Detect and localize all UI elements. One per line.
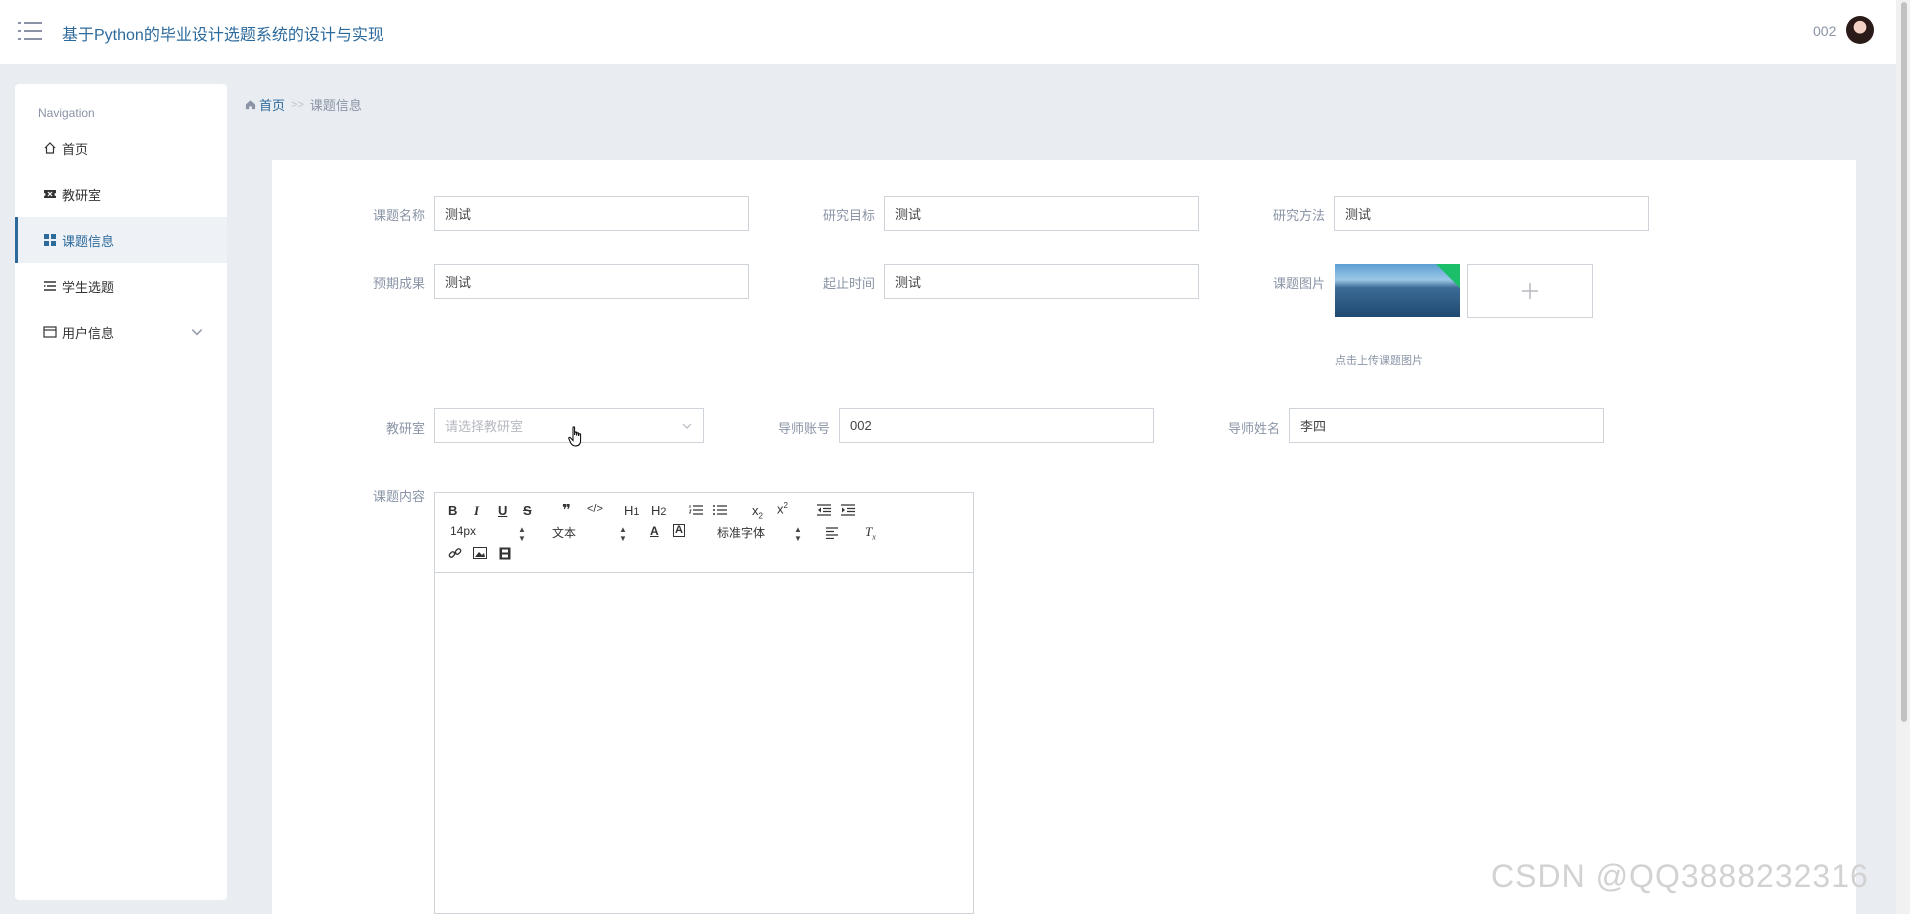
image-icon[interactable] <box>473 547 487 559</box>
code-button[interactable]: </> <box>587 503 603 515</box>
indent-icon[interactable] <box>841 504 855 516</box>
expected-result-input[interactable]: 测试 <box>434 264 749 299</box>
grid-icon <box>44 234 56 246</box>
home-icon <box>245 100 256 110</box>
research-goal-input[interactable]: 测试 <box>884 196 1199 231</box>
video-icon[interactable] <box>499 547 511 560</box>
sidebar-item-user-info[interactable]: 用户信息 <box>15 309 227 355</box>
app-title: 基于Python的毕业设计选题系统的设计与实现 <box>62 27 384 44</box>
top-header: 基于Python的毕业设计选题系统的设计与实现 002 <box>0 0 1896 64</box>
editor-toolbar: B I U S ❞ </> H1 H2 x2 x2 14px ▲ ▼ 文本 ▲ ▼ … <box>435 493 973 573</box>
font-family-value: 标准字体 <box>717 526 766 540</box>
time-range-label: 起止时间 <box>822 276 875 291</box>
user-name[interactable]: 002 <box>1813 23 1836 39</box>
select-caret-icon: ▲ ▼ <box>619 525 627 543</box>
breadcrumb: 首页 >> 课题信息 <box>245 95 362 114</box>
underline-button[interactable]: U <box>498 503 507 518</box>
time-range-input[interactable]: 测试 <box>884 264 1199 299</box>
tutor-account-input[interactable]: 002 <box>839 408 1154 443</box>
image-corner-badge <box>1436 264 1460 288</box>
home-icon <box>44 142 56 154</box>
ticket-icon <box>44 190 56 198</box>
outdent-icon[interactable] <box>817 504 831 516</box>
tutor-name-input[interactable]: 李四 <box>1289 408 1604 443</box>
topic-name-label: 课题名称 <box>372 208 425 223</box>
sidebar-item-label: 教研室 <box>62 187 102 203</box>
font-color-button[interactable]: A <box>650 524 659 538</box>
office-label: 教研室 <box>385 421 425 436</box>
sidebar-item-student-selection[interactable]: 学生选题 <box>15 263 227 309</box>
bullet-list-icon[interactable] <box>713 504 727 516</box>
nav-title: Navigation <box>38 106 95 120</box>
plus-icon <box>1522 283 1538 299</box>
subscript-button[interactable]: x2 <box>752 503 763 521</box>
select-caret-icon: ▲ ▼ <box>794 525 802 543</box>
hand-cursor-icon <box>568 426 582 447</box>
editor-content-area[interactable] <box>435 573 973 913</box>
research-goal-label: 研究目标 <box>822 208 875 223</box>
window-icon <box>43 326 57 338</box>
blockquote-button[interactable]: ❞ <box>562 501 571 519</box>
text-type-select[interactable]: 文本 ▲ ▼ <box>552 524 627 543</box>
font-size-select[interactable]: 14px ▲ ▼ <box>450 524 526 543</box>
image-upload-button[interactable] <box>1467 264 1593 318</box>
menu-toggle-icon[interactable] <box>18 20 42 42</box>
topic-image-thumbnail[interactable] <box>1335 264 1460 317</box>
background-color-button[interactable]: A <box>673 524 685 537</box>
upload-hint: 点击上传课题图片 <box>1335 355 1423 367</box>
list-icon <box>44 281 56 291</box>
sidebar: Navigation 首页 教研室 课题信息 学生选题 用户信息 <box>15 84 227 900</box>
link-icon[interactable] <box>448 546 462 560</box>
tutor-account-label: 导师账号 <box>777 421 830 436</box>
text-type-value: 文本 <box>552 526 577 540</box>
italic-button[interactable]: I <box>474 503 479 519</box>
research-method-label: 研究方法 <box>1272 208 1325 223</box>
sidebar-item-label: 学生选题 <box>62 279 115 295</box>
sidebar-item-label: 用户信息 <box>62 325 115 341</box>
watermark: CSDN @QQ3888232316 <box>1491 858 1869 894</box>
breadcrumb-home-label: 首页 <box>259 98 286 113</box>
topic-content-label: 课题内容 <box>372 489 425 504</box>
ordered-list-icon[interactable] <box>689 504 703 516</box>
align-left-icon[interactable] <box>826 527 840 539</box>
sidebar-item-label: 首页 <box>62 141 89 157</box>
office-select-placeholder: 请选择教研室 <box>445 419 524 434</box>
sidebar-item-topic-info[interactable]: 课题信息 <box>15 217 227 263</box>
chevron-down-icon <box>682 423 692 429</box>
topic-name-input[interactable]: 测试 <box>434 196 749 231</box>
bold-button[interactable]: B <box>448 503 457 518</box>
sidebar-item-home[interactable]: 首页 <box>15 125 227 171</box>
expected-result-label: 预期成果 <box>372 276 425 291</box>
research-method-input[interactable]: 测试 <box>1334 196 1649 231</box>
scrollbar-thumb[interactable] <box>1901 2 1907 722</box>
sidebar-item-label: 课题信息 <box>62 233 115 249</box>
font-family-select[interactable]: 标准字体 ▲ ▼ <box>717 524 802 543</box>
sidebar-item-office[interactable]: 教研室 <box>15 171 227 217</box>
avatar[interactable] <box>1846 16 1874 44</box>
tutor-name-label: 导师姓名 <box>1227 421 1280 436</box>
breadcrumb-home[interactable]: 首页 <box>245 95 285 114</box>
strike-button[interactable]: S <box>523 503 532 518</box>
chevron-down-icon <box>191 329 203 336</box>
breadcrumb-separator: >> <box>291 98 304 111</box>
topic-image-label: 课题图片 <box>1272 276 1325 291</box>
clear-format-button[interactable]: Tx <box>865 524 876 542</box>
select-caret-icon: ▲ ▼ <box>518 525 526 543</box>
rich-text-editor: B I U S ❞ </> H1 H2 x2 x2 14px ▲ ▼ 文本 ▲ ▼ … <box>434 492 974 914</box>
h1-button[interactable]: H1 <box>624 503 639 518</box>
h2-button[interactable]: H2 <box>651 503 666 518</box>
superscript-button[interactable]: x2 <box>777 501 788 516</box>
font-size-value: 14px <box>450 524 477 538</box>
breadcrumb-current: 课题信息 <box>309 98 362 113</box>
